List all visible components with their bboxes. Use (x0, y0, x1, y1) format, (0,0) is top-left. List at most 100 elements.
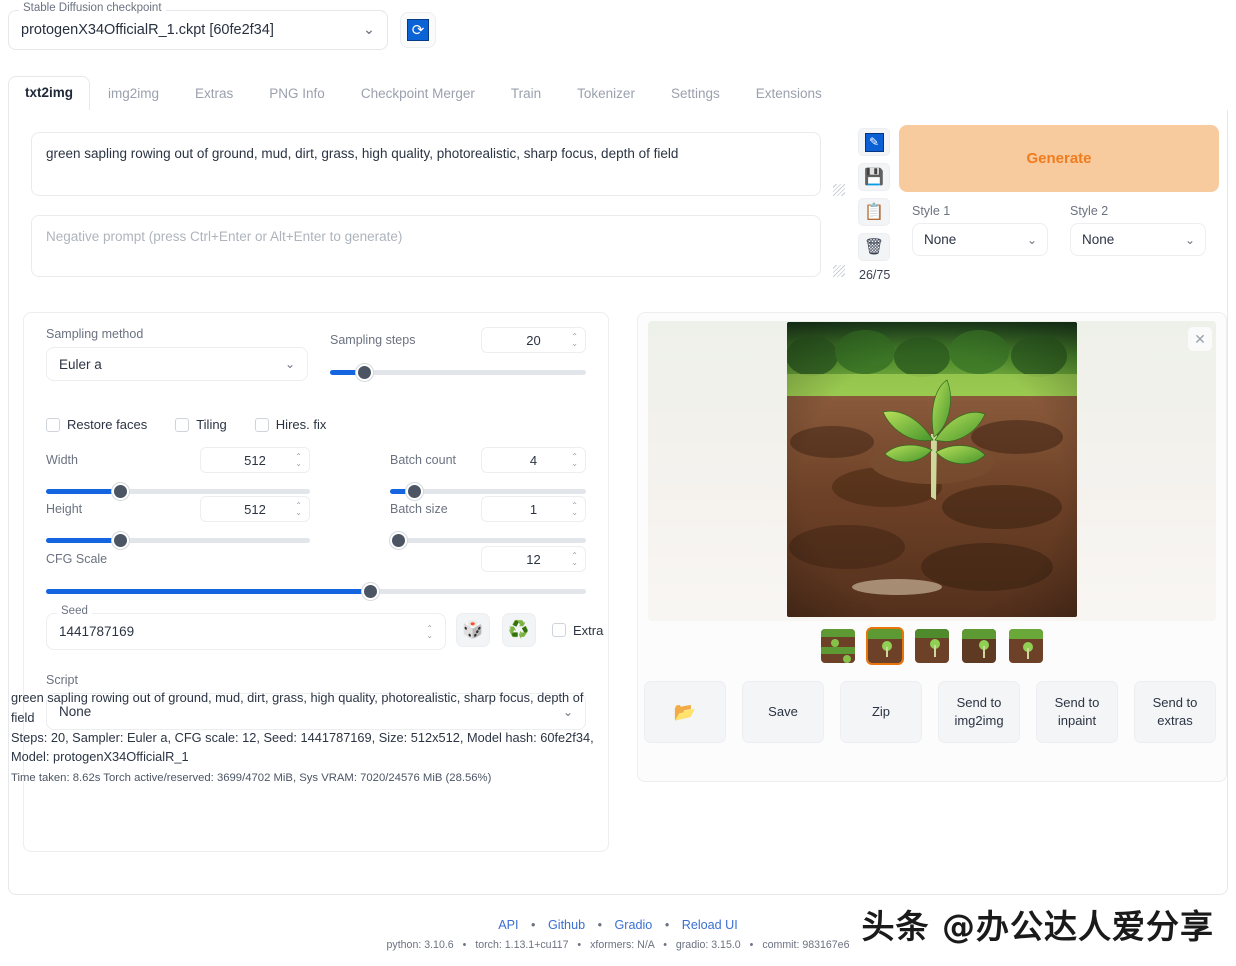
batch-size-label: Batch size (390, 502, 448, 516)
cfg-scale-value: 12 (526, 551, 541, 567)
thumbnail-2[interactable] (913, 627, 951, 665)
send-to-img2img-button[interactable]: Send to img2img (938, 681, 1020, 743)
checkbox-icon[interactable] (254, 417, 269, 432)
github-link[interactable]: Github (548, 918, 585, 932)
height-slider[interactable] (46, 532, 310, 549)
stepper-icon[interactable]: ⌃ ⌄ (295, 502, 302, 517)
batch-count-label: Batch count (390, 453, 457, 467)
close-icon[interactable]: ✕ (1188, 327, 1212, 351)
extra-label: Extra (573, 622, 604, 638)
tab-tokenizer[interactable]: Tokenizer (559, 80, 653, 110)
prompt-resize-grip[interactable] (833, 184, 845, 196)
batch-size-input[interactable]: 1 ⌃ ⌄ (481, 496, 586, 522)
save-button[interactable]: Save (742, 681, 824, 743)
arrow-pen-icon-button[interactable]: ✎ (858, 128, 890, 156)
slider-knob[interactable] (361, 583, 379, 600)
clear-prompt-button[interactable]: 🗑 (858, 233, 890, 261)
checkbox-icon[interactable] (552, 623, 566, 637)
restore-faces-checkbox[interactable]: Restore faces (46, 417, 147, 432)
seed-label: Seed (57, 605, 92, 617)
api-link[interactable]: API (498, 918, 518, 932)
width-input[interactable]: 512 ⌃ ⌄ (200, 447, 310, 473)
checkpoint-select[interactable]: Stable Diffusion checkpoint protogenX34O… (8, 2, 388, 50)
hires-fix-checkbox[interactable]: Hires. fix (254, 417, 326, 432)
tab-checkpoint-merger[interactable]: Checkpoint Merger (343, 80, 493, 110)
tab-png-info[interactable]: PNG Info (251, 80, 343, 110)
stepper-icon[interactable]: ⌃ ⌄ (571, 333, 578, 348)
stepper-icon[interactable]: ⌃ ⌄ (571, 502, 578, 517)
cfg-scale-slider[interactable] (46, 583, 586, 600)
token-counter: 26/75 (859, 268, 891, 282)
thumbnail-1[interactable] (866, 627, 904, 665)
sampling-steps-slider[interactable] (330, 364, 586, 381)
batch-size-group: Batch size 1 ⌃ ⌄ (390, 496, 586, 549)
style-2-value: None (1082, 232, 1115, 247)
generate-button[interactable]: Generate (899, 125, 1219, 192)
save-style-button[interactable]: 💾 (858, 163, 890, 191)
thumb-art (868, 629, 902, 663)
batch-size-slider[interactable] (390, 532, 586, 549)
floppy-save-icon: 💾 (864, 169, 884, 186)
sampling-steps-group: Sampling steps 20 ⌃ ⌄ (330, 327, 586, 381)
extra-seed-checkbox[interactable]: Extra (552, 623, 603, 638)
thumb-art (962, 629, 996, 663)
tab-extras[interactable]: Extras (177, 80, 251, 110)
info-performance: Time taken: 8.62s Torch active/reserved:… (11, 772, 492, 785)
cfg-scale-input[interactable]: 12 ⌃ ⌄ (481, 546, 586, 572)
prompt-input[interactable]: green sapling rowing out of ground, mud,… (31, 132, 821, 196)
app-root: Stable Diffusion checkpoint protogenX34O… (0, 0, 1236, 966)
seed-group: Seed 1441787169 ⌃ ⌄ (46, 605, 446, 650)
chevron-down-icon: ⌄ (1184, 232, 1195, 247)
slider-knob[interactable] (355, 364, 373, 381)
checkbox-icon[interactable] (175, 417, 190, 432)
batch-count-input[interactable]: 4 ⌃ ⌄ (481, 447, 586, 473)
checkbox-icon[interactable] (46, 417, 60, 432)
thumbnail-0[interactable] (819, 627, 857, 665)
gradio-link[interactable]: Gradio (615, 918, 653, 932)
send-to-extras-button[interactable]: Send to extras (1134, 681, 1216, 743)
send-to-inpaint-button[interactable]: Send to inpaint (1036, 681, 1118, 743)
style-1-select[interactable]: None ⌄ (912, 223, 1048, 256)
sampling-steps-input[interactable]: 20 ⌃ ⌄ (481, 327, 586, 353)
reload-ui-link[interactable]: Reload UI (682, 918, 738, 932)
chevron-down-icon: ⌄ (284, 357, 295, 371)
tiling-checkbox[interactable]: Tiling (175, 417, 227, 432)
tab-extensions[interactable]: Extensions (738, 80, 840, 110)
tab-settings[interactable]: Settings (653, 80, 738, 110)
seed-input[interactable]: Seed 1441787169 ⌃ ⌄ (46, 605, 446, 650)
height-group: Height 512 ⌃ ⌄ (46, 496, 310, 549)
sampling-steps-value: 20 (526, 332, 541, 348)
generated-image[interactable] (787, 322, 1077, 617)
sampling-method-select[interactable]: Euler a ⌄ (46, 347, 308, 381)
prompt-area: green sapling rowing out of ground, mud,… (31, 132, 845, 277)
thumb-art (821, 629, 855, 663)
zip-button[interactable]: Zip (840, 681, 922, 743)
refresh-icon: ⟳ (407, 19, 429, 41)
toggle-row: Restore faces Tiling Hires. fix (46, 417, 326, 432)
refresh-checkpoint-button[interactable]: ⟳ (400, 12, 436, 48)
tab-txt2img[interactable]: txt2img (8, 76, 91, 111)
stepper-icon[interactable]: ⌃ ⌄ (571, 453, 578, 468)
prompt-toolbar: ✎ 💾 📋 🗑 26/75 (858, 128, 898, 282)
batch-size-value: 1 (529, 501, 538, 517)
tab-img2img[interactable]: img2img (90, 80, 177, 110)
negative-prompt-input[interactable]: Negative prompt (press Ctrl+Enter or Alt… (31, 215, 821, 277)
negative-prompt-resize-grip[interactable] (833, 265, 845, 277)
style-2-select[interactable]: None ⌄ (1070, 223, 1206, 256)
footer-separator: • (597, 918, 602, 932)
stepper-icon[interactable]: ⌃ ⌄ (426, 624, 433, 639)
random-seed-button[interactable]: 🎲 (456, 613, 490, 647)
thumbnail-3[interactable] (960, 627, 998, 665)
stepper-icon[interactable]: ⌃ ⌄ (295, 453, 302, 468)
thumbnail-4[interactable] (1007, 627, 1045, 665)
checkpoint-value: protogenX34OfficialR_1.ckpt [60fe2f34] (21, 22, 274, 38)
sampling-steps-label: Sampling steps (330, 333, 416, 347)
stepper-icon[interactable]: ⌃ ⌄ (571, 552, 578, 567)
tab-train[interactable]: Train (493, 80, 559, 110)
open-folder-button[interactable]: 📂 (644, 681, 726, 743)
checkpoint-row: Stable Diffusion checkpoint protogenX34O… (8, 2, 436, 50)
height-input[interactable]: 512 ⌃ ⌄ (200, 496, 310, 522)
reuse-seed-button[interactable]: ♻️ (502, 613, 536, 647)
seed-value: 1441787169 (59, 624, 135, 639)
apply-style-button[interactable]: 📋 (858, 198, 890, 226)
